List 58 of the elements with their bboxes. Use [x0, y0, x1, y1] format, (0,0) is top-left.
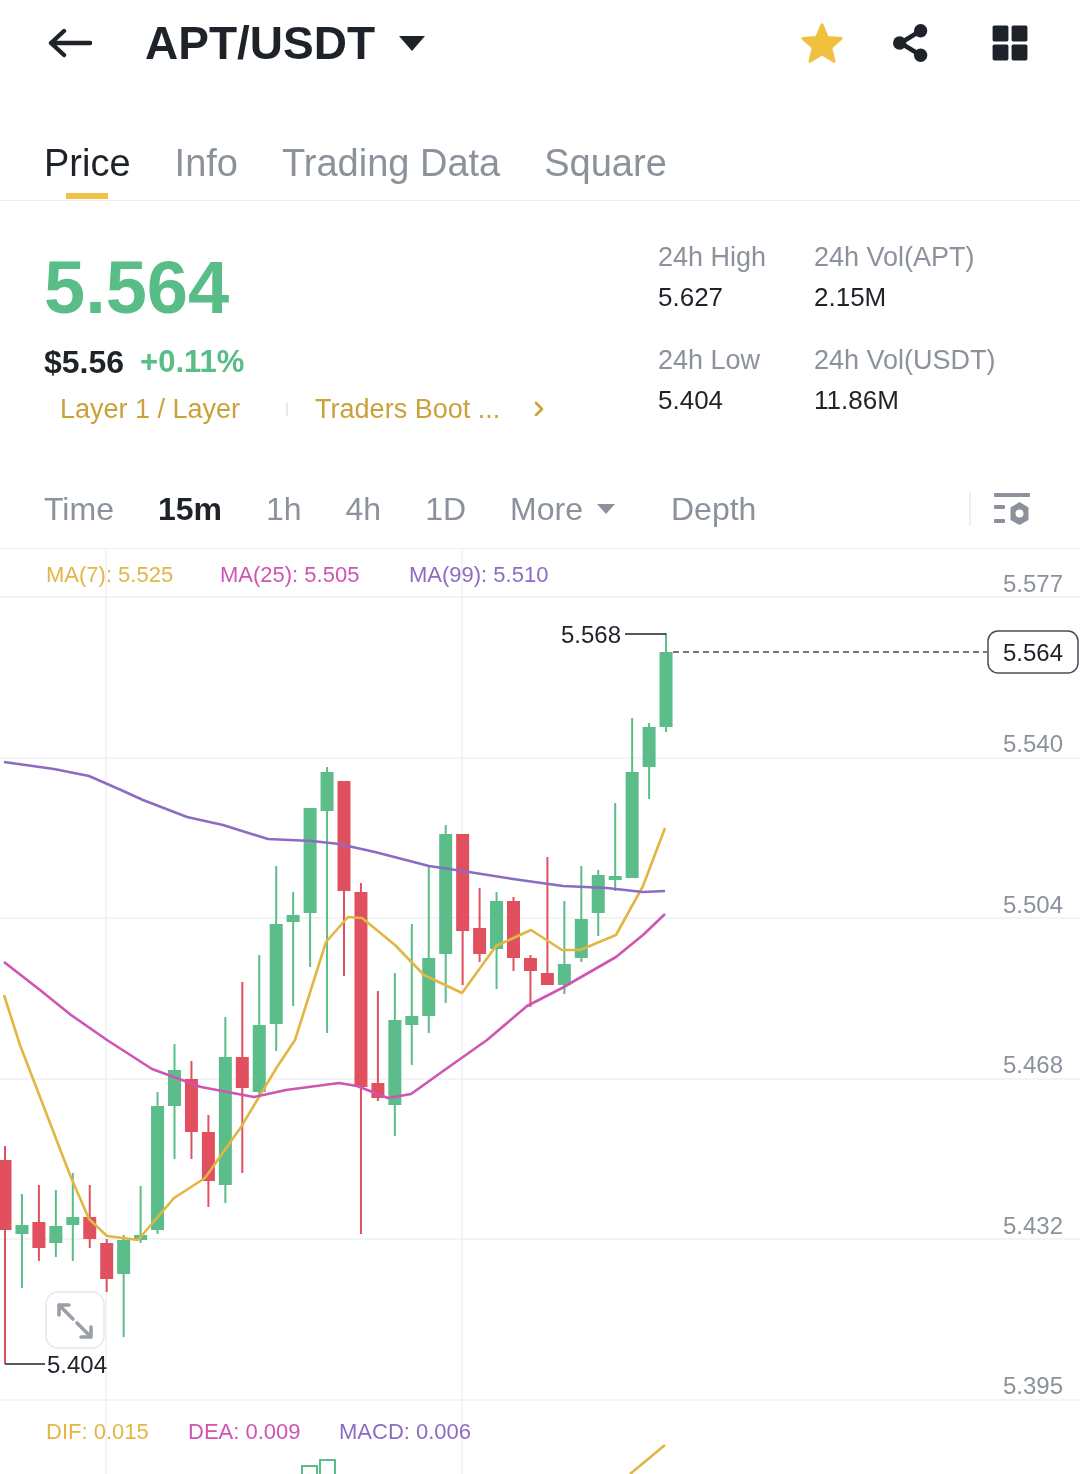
expand-button[interactable] [45, 1291, 105, 1349]
indicator-label: MA(7): 5.525 [46, 562, 174, 587]
candlestick [523, 954, 537, 1008]
indicator-label: MACD: 0.006 [339, 1419, 472, 1444]
star-icon[interactable] [800, 22, 844, 64]
leader-line [624, 633, 667, 635]
back-icon[interactable] [48, 28, 92, 58]
chart-settings-icon[interactable] [994, 492, 1030, 526]
interval-tab[interactable]: 15m [157, 489, 222, 529]
high-price-label: 5.568 [560, 621, 621, 648]
last-price: 5.564 [44, 251, 230, 325]
stat-value: 5.627 [658, 281, 724, 314]
candlestick [49, 1189, 63, 1258]
expand-icon [57, 1303, 93, 1339]
grid-icon[interactable] [990, 24, 1030, 62]
indicator-label: DEA: 0.009 [188, 1419, 301, 1444]
interval-tab[interactable]: 1D [425, 489, 467, 529]
indicator-label: MA(99): 5.510 [409, 562, 549, 587]
price-axis-label: 5.504 [1002, 891, 1063, 918]
candlestick [100, 1238, 114, 1293]
fiat-price: $5.56 [44, 343, 125, 382]
stat-label: 24h Low [658, 344, 761, 377]
interval-tab[interactable]: Depth [670, 489, 757, 529]
interval-tab[interactable]: More [510, 489, 615, 529]
low-price-label: 5.404 [47, 1351, 108, 1378]
tab[interactable]: Square [544, 86, 667, 200]
stat-value: 11.86M [814, 384, 899, 417]
indicator-label: DIF: 0.015 [46, 1419, 149, 1444]
pair-selector[interactable]: APT/USDT [145, 15, 425, 71]
caret-icon [596, 504, 615, 514]
price-change: +0.11% [140, 343, 245, 381]
tag-link[interactable]: Traders Boot ... [315, 391, 501, 427]
candlestick [134, 1185, 148, 1244]
stat-value: 5.404 [658, 384, 724, 417]
price-axis-label: 5.432 [1002, 1212, 1063, 1239]
leader-line [4, 1363, 46, 1365]
price-axis-label: 5.395 [1002, 1372, 1063, 1399]
price-axis-label: 5.540 [1002, 730, 1063, 757]
dif-line [629, 1444, 666, 1474]
tab[interactable]: Trading Data [281, 86, 501, 200]
interval-tab[interactable]: 1h [265, 489, 302, 529]
last-price-tag: 5.564 [987, 630, 1079, 674]
tab[interactable]: Info [174, 86, 238, 200]
indicator-label: MA(25): 5.505 [220, 562, 360, 587]
stat-label: 24h Vol(APT) [814, 241, 975, 274]
interval-tab[interactable]: Time [44, 489, 114, 529]
stat-label: 24h High [658, 241, 767, 274]
interval-tab[interactable]: 4h [345, 489, 382, 529]
stat-value: 2.15M [814, 281, 887, 314]
tab[interactable]: Price [44, 86, 131, 200]
price-axis-label: 5.468 [1002, 1051, 1063, 1078]
candlestick [591, 869, 605, 937]
chevron-right-icon[interactable] [534, 401, 545, 417]
candlestick [83, 1184, 97, 1249]
tag-link[interactable]: Layer 1 / Layer [60, 391, 241, 427]
caret-icon [399, 35, 425, 51]
stat-label: 24h Vol(USDT) [814, 344, 996, 377]
price-axis-label: 5.577 [1002, 570, 1063, 597]
